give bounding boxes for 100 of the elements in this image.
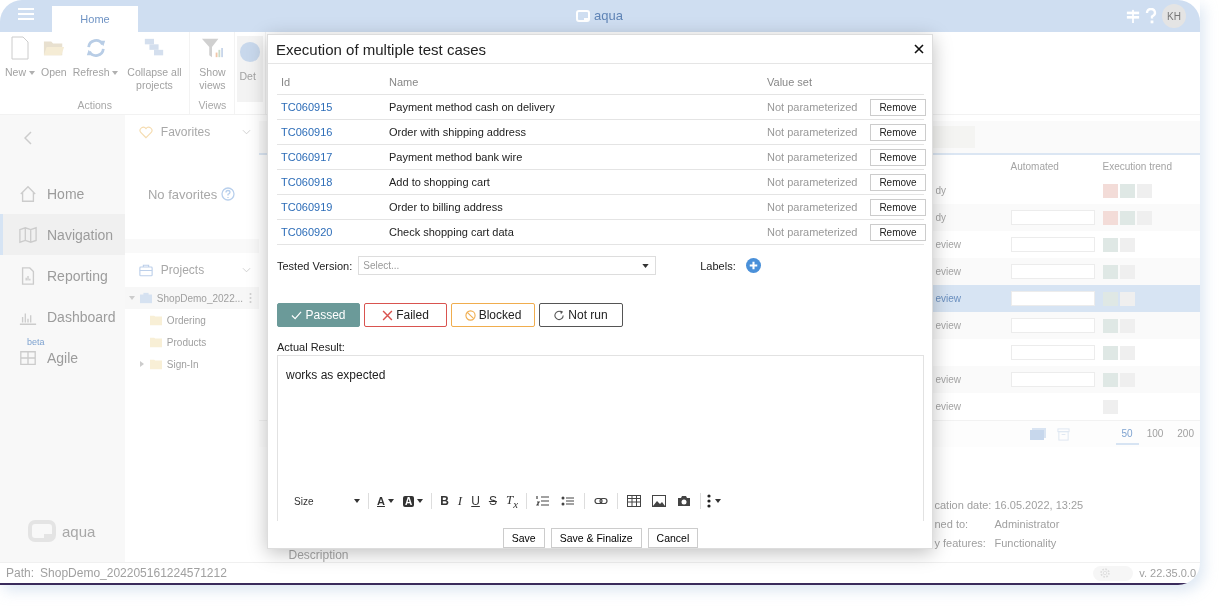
user-avatar[interactable]: KH [1162,4,1186,28]
nav-item[interactable]: Reporting [0,255,125,296]
nav-item[interactable]: beta Agile [0,337,125,378]
ribbon-button[interactable]: Collapse all projects [121,32,188,92]
detail-value: 16.05.2022, 13:25 [994,499,1085,511]
page-size-option[interactable]: 200 [1171,423,1200,445]
dialog-button[interactable]: Save [502,528,545,548]
remove-button[interactable]: Remove [870,198,926,216]
collapse-chevron-icon[interactable] [24,131,32,145]
version-select[interactable]: Select... [358,256,657,275]
ribbon-button[interactable]: New [2,32,38,92]
rich-text-editor[interactable]: works as expected Size A A B I U S T$_{x}$ [277,355,924,521]
ribbon-button[interactable]: Open [38,32,70,92]
tree-item[interactable]: Ordering [166,314,206,326]
page-size-option[interactable]: 100 [1140,423,1170,445]
result-button[interactable]: Blocked [451,303,535,327]
filter-chart-icon [201,36,224,60]
caret-icon [714,499,721,503]
version-text: v. 22.35.0.0 [1139,567,1196,579]
heart-icon [138,125,153,139]
table-cell: dy [935,185,947,196]
result-button[interactable]: Passed [277,303,360,327]
folder-icon [148,314,163,326]
test-case-link[interactable]: TC060915 [281,101,389,113]
test-case-link[interactable]: TC060917 [281,151,389,163]
detail-value: Administrator [994,518,1061,530]
table-cell-text: Not parameterized [767,101,859,113]
menu-icon[interactable] [18,8,34,20]
test-case-link[interactable]: TC060918 [281,176,389,188]
info-circle-icon [239,40,262,64]
expand-arrow-icon[interactable] [138,361,145,367]
tree-item[interactable]: Sign-In [166,358,199,370]
size-dropdown[interactable]: Size [294,492,362,510]
tree-item[interactable]: Products [166,336,207,348]
project-icon [138,292,153,304]
help-icon[interactable] [221,187,236,201]
ribbon-tab[interactable]: Home [52,6,138,32]
panel-title: Favorites [160,125,212,139]
remove-button[interactable]: Remove [870,173,926,191]
archive-icon[interactable] [1056,427,1070,441]
background-color-button[interactable]: A [400,492,426,510]
table-cell-text: Payment method bank wire [389,151,524,163]
strikethrough-button[interactable]: S [486,492,499,510]
bullet-list-icon[interactable] [560,495,575,507]
test-case-link[interactable]: TC060919 [281,201,389,213]
result-button[interactable]: Failed [364,303,447,327]
clear-format-button[interactable]: T$_{x}$ [503,492,520,510]
italic-button[interactable]: I [455,492,465,510]
chevron-down-icon[interactable] [241,267,251,273]
nav-item[interactable]: Navigation [0,214,125,255]
test-case-link[interactable]: TC060916 [281,126,389,138]
caret-icon [642,264,650,268]
underline-button[interactable]: U [469,492,482,510]
remove-button[interactable]: Remove [870,123,926,141]
text-color-button[interactable]: A [375,492,396,510]
table-row[interactable]: dy [926,177,1200,204]
settings-button[interactable] [1093,565,1134,581]
dialog-button[interactable]: Save & Finalize [550,528,642,548]
file-icon [9,36,31,60]
table-cell-text: Add to shopping cart [389,176,491,188]
numbered-list-icon[interactable] [535,495,550,507]
result-button[interactable]: Not run [539,303,623,327]
image-icon[interactable] [651,495,666,507]
chevron-down-icon[interactable] [241,129,251,135]
expand-arrow-icon[interactable] [128,295,135,301]
detail-label: ned to: [934,518,970,530]
column-header: Automated [1010,160,1060,172]
column-header: Execution trend [1102,160,1173,172]
link-icon[interactable] [593,495,608,507]
more-options-button[interactable] [706,494,721,508]
dialog-button[interactable]: Cancel [647,528,699,548]
table-row[interactable]: eview [926,231,1200,258]
table-row[interactable]: eview [926,393,1200,420]
signpost-icon[interactable] [1126,8,1140,24]
field-label: Tested Version: [277,259,353,272]
help-icon[interactable] [1144,8,1158,24]
rerun-icon [554,309,566,321]
more-icon[interactable] [249,292,253,304]
remove-button[interactable]: Remove [870,98,926,116]
add-icon[interactable] [745,258,761,273]
ribbon-button[interactable]: Refresh [69,32,122,92]
input-field[interactable] [1010,291,1095,306]
folders-icon[interactable] [1028,427,1047,441]
close-icon[interactable] [914,44,924,54]
detail-value: Functionality [994,537,1058,549]
test-case-link[interactable]: TC060920 [281,226,389,238]
table-cell-text: Payment method cash on delivery [389,101,556,113]
detail-label: y features: [934,537,987,549]
dialog-title: Execution of multiple test cases [276,40,487,58]
camera-icon[interactable] [676,495,691,507]
remove-button[interactable]: Remove [870,223,926,241]
bold-button[interactable]: B [438,492,451,510]
nav-item[interactable]: Home [0,173,125,214]
ribbon-button[interactable]: Det [237,36,264,102]
table-icon[interactable] [626,495,641,507]
table-cell: dy [935,212,947,223]
remove-button[interactable]: Remove [870,148,926,166]
page-size-option[interactable]: 50 [1115,423,1139,445]
nav-item[interactable]: Dashboard [0,296,125,337]
ribbon-button[interactable]: Show views [192,32,233,92]
